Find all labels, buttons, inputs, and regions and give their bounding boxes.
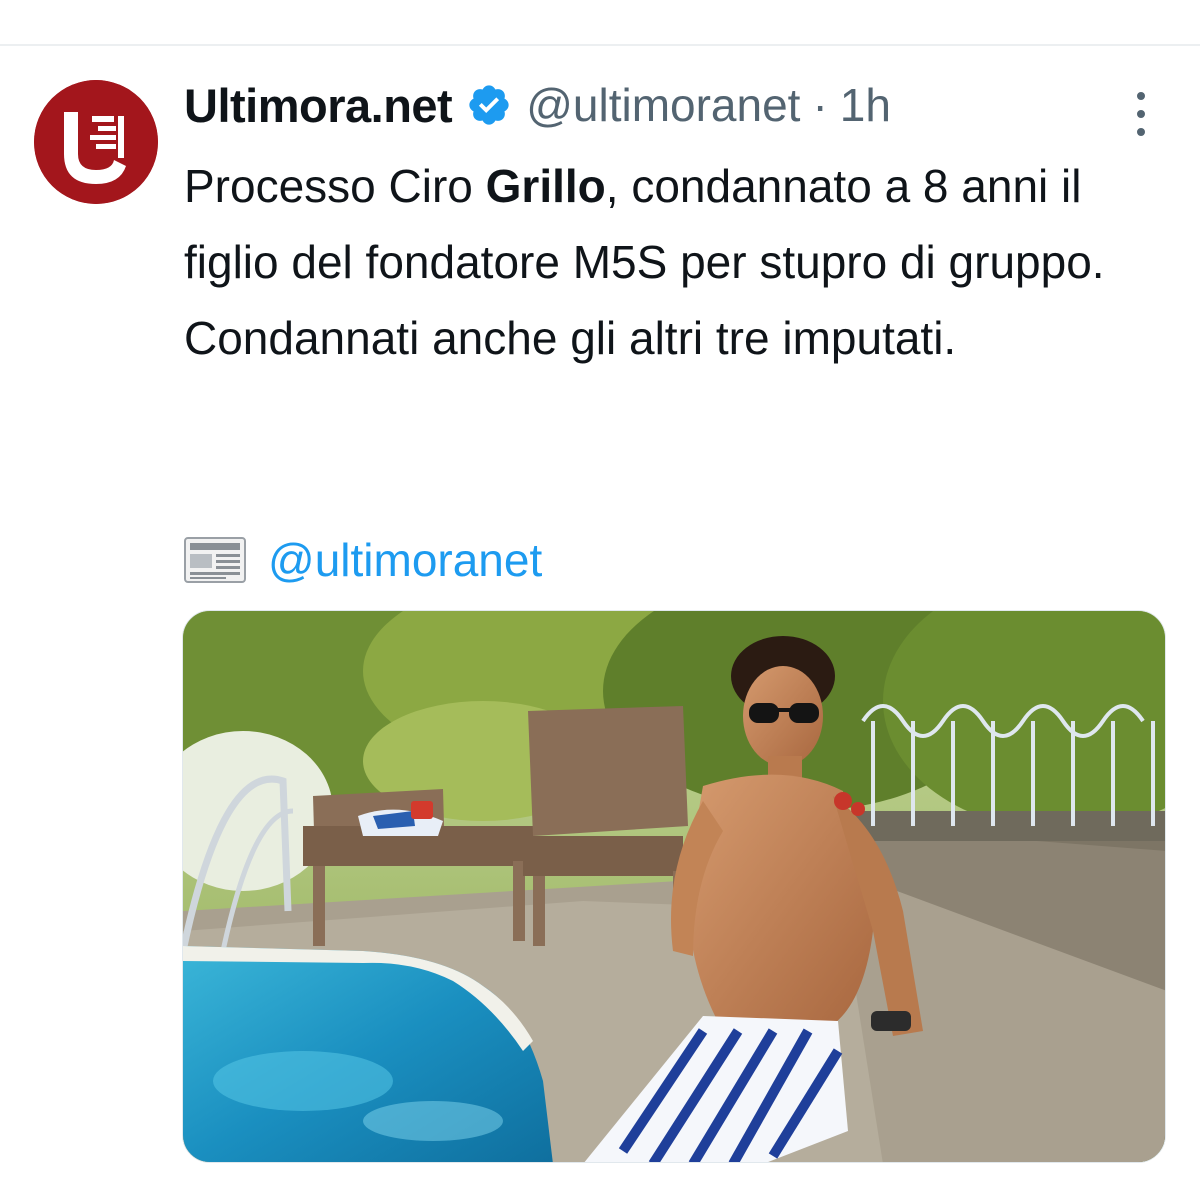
handle[interactable]: @ultimoranet bbox=[526, 78, 800, 132]
source-row: @ultimoranet bbox=[184, 522, 542, 598]
tweet-photo[interactable] bbox=[182, 610, 1166, 1163]
avatar[interactable] bbox=[34, 80, 158, 204]
tweet-text-bold: Grillo bbox=[485, 160, 606, 212]
display-name[interactable]: Ultimora.net bbox=[184, 78, 453, 133]
tweet-screen: Ultimora.net @ultimoranet · 1h Processo … bbox=[0, 0, 1200, 1188]
source-mention-link[interactable]: @ultimoranet bbox=[268, 533, 542, 587]
newspaper-emoji-icon bbox=[184, 535, 246, 585]
more-options-icon[interactable] bbox=[1126, 84, 1156, 144]
top-divider bbox=[0, 44, 1200, 46]
tweet-header: Ultimora.net @ultimoranet · 1h bbox=[184, 70, 891, 140]
tweet-text: Processo Ciro Grillo, condannato a 8 ann… bbox=[184, 148, 1174, 376]
separator-dot: · bbox=[812, 79, 828, 131]
tweet-text-part1: Processo Ciro bbox=[184, 160, 486, 212]
verified-badge-icon bbox=[466, 82, 512, 128]
ultimora-logo-icon bbox=[34, 80, 158, 204]
timestamp[interactable]: 1h bbox=[840, 78, 891, 132]
